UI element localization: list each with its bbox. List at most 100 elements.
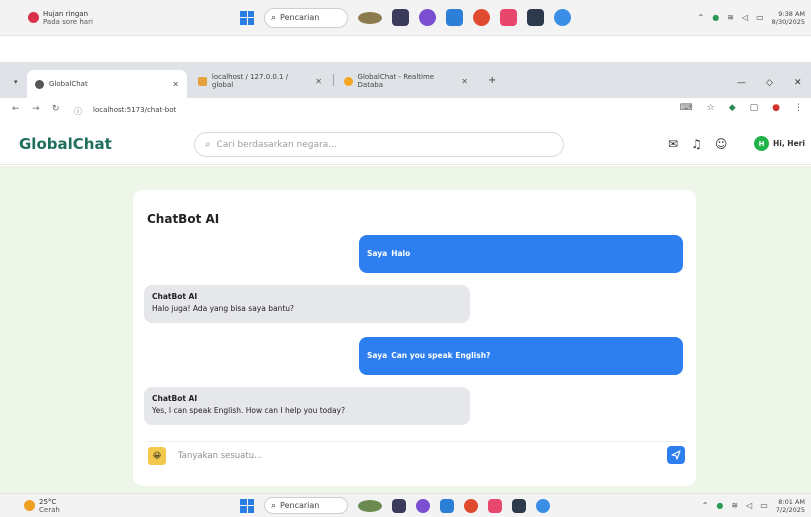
volume-icon[interactable]: ◁	[746, 501, 752, 510]
split-view-icon[interactable]: ▢	[750, 103, 759, 113]
wifi-icon[interactable]: ≋	[727, 13, 734, 22]
search-icon: ⌕	[271, 500, 277, 511]
url-field[interactable]: localhost:5173/chat-bot	[93, 106, 176, 114]
clock-time: 9:38 AM	[778, 9, 805, 18]
taskbar-search[interactable]: ⌕ Pencarian	[264, 7, 348, 28]
chrome-icon[interactable]	[464, 498, 478, 513]
vscode-icon[interactable]	[440, 498, 454, 513]
weather-main: 25°C	[39, 497, 57, 506]
network-app-icon[interactable]: ●	[712, 13, 719, 22]
maximize-icon[interactable]: ◇	[766, 78, 773, 88]
tab-label: GlobalChat	[49, 80, 88, 88]
translate-icon[interactable]: ⌨	[680, 103, 693, 113]
message-text: Halo	[391, 249, 411, 258]
taskbar-app-icon[interactable]	[512, 498, 526, 513]
weather-main: Hujan ringan	[43, 9, 89, 18]
avatar: H	[754, 136, 769, 151]
bot-message: ChatBot AI Yes, I can speak English. How…	[144, 387, 470, 425]
chevron-up-icon[interactable]: ⌃	[702, 501, 709, 510]
clock-time: 8:01 AM	[778, 497, 805, 506]
file-explorer-icon[interactable]	[392, 498, 406, 513]
extension-icon[interactable]: ◆	[729, 103, 736, 113]
chatbot-card: ChatBot AI Saya Halo ChatBot AI Halo jug…	[133, 190, 696, 486]
clock-date: 8/30/2025	[771, 17, 805, 26]
battery-icon[interactable]: ▭	[756, 13, 764, 22]
mail-icon[interactable]: ✉	[668, 137, 678, 151]
file-explorer-icon[interactable]	[392, 9, 409, 26]
reload-icon[interactable]: ↻	[52, 104, 60, 114]
system-clock[interactable]: 9:38 AM 8/30/2025	[772, 10, 805, 26]
tab-list-chevron-icon[interactable]: ▾	[14, 78, 18, 86]
windows-start-icon[interactable]	[240, 498, 254, 513]
message-sender: ChatBot AI	[152, 394, 198, 403]
profile-icon[interactable]: ●	[772, 103, 780, 113]
tab-label: localhost / 127.0.0.1 / global	[211, 73, 289, 89]
bell-icon[interactable]: ♫	[691, 137, 702, 151]
taskbar-app-icon[interactable]	[416, 498, 430, 513]
send-button[interactable]	[667, 446, 685, 464]
tab-firebase[interactable]: GlobalChat - Realtime Databa ✕	[336, 70, 476, 92]
search-icon: ⌕	[205, 139, 211, 150]
users-icon[interactable]: ☺	[715, 137, 728, 151]
weather-sub: Cerah	[39, 505, 60, 514]
taskbar-search-label: Pencarian	[280, 501, 320, 510]
chat-input[interactable]	[178, 450, 648, 461]
chatbot-title: ChatBot AI	[147, 212, 220, 226]
vscode-icon[interactable]	[446, 9, 463, 26]
new-tab-button[interactable]: +	[488, 75, 496, 86]
close-icon[interactable]: ✕	[461, 77, 468, 86]
message-text: Can you speak English?	[391, 351, 491, 360]
taskbar-app-icon[interactable]	[536, 498, 550, 513]
taskbar-app-icon[interactable]	[488, 498, 502, 513]
windows-start-icon[interactable]	[240, 10, 254, 25]
weather-widget[interactable]: 25°C Cerah	[24, 498, 60, 514]
wifi-icon[interactable]: ≋	[731, 501, 738, 510]
user-menu[interactable]: H Hi, Heri	[754, 136, 805, 151]
menu-dots-icon[interactable]: ⋮	[794, 103, 803, 113]
weather-icon	[28, 12, 39, 23]
system-clock[interactable]: 8:01 AM 7/2/2025	[776, 498, 805, 514]
site-info-icon[interactable]: ⓘ	[74, 106, 82, 117]
taskbar-app-icon[interactable]	[419, 9, 436, 26]
taskbar-search-label: Pencarian	[280, 13, 320, 22]
tab-phpmyadmin[interactable]: localhost / 127.0.0.1 / global ✕	[190, 70, 330, 92]
back-icon[interactable]: ←	[12, 104, 20, 114]
country-search[interactable]: ⌕ Cari berdasarkan negara...	[194, 132, 564, 157]
taskbar-app-icon[interactable]	[358, 11, 382, 24]
url-text: localhost:5173/chat-bot	[93, 106, 177, 114]
globe-icon	[35, 79, 44, 89]
message-sender: ChatBot AI	[152, 292, 198, 301]
weather-widget[interactable]: Hujan ringan Pada sore hari	[28, 10, 93, 26]
tab-label: GlobalChat - Realtime Databa	[357, 73, 435, 89]
send-icon	[671, 450, 681, 460]
chrome-icon[interactable]	[473, 9, 490, 26]
search-placeholder: Cari berdasarkan negara...	[216, 139, 337, 150]
browser-address-bar: ← → ↻ ⓘ localhost:5173/chat-bot ⌨ ☆ ◆ ▢ …	[0, 98, 811, 124]
bookmark-star-icon[interactable]: ☆	[707, 103, 715, 113]
taskbar-app-icon[interactable]	[554, 9, 571, 26]
clock-date: 7/2/2025	[775, 505, 805, 514]
search-icon: ⌕	[271, 12, 277, 23]
message-text: Halo juga! Ada yang bisa saya bantu?	[152, 304, 294, 313]
network-app-icon[interactable]: ●	[716, 501, 723, 510]
close-window-icon[interactable]: ✕	[794, 78, 802, 88]
tab-globalchat[interactable]: GlobalChat ✕	[27, 70, 187, 98]
taskbar-app-icon[interactable]	[358, 499, 382, 512]
tab-separator	[333, 74, 334, 86]
taskbar-app-icon[interactable]	[500, 9, 517, 26]
user-greeting: Hi, Heri	[773, 139, 805, 148]
app-logo[interactable]: GlobalChat	[19, 135, 112, 153]
minimize-icon[interactable]: —	[737, 78, 746, 88]
battery-icon[interactable]: ▭	[760, 501, 768, 510]
app-header: GlobalChat ⌕ Cari berdasarkan negara... …	[0, 124, 811, 165]
forward-icon[interactable]: →	[32, 104, 40, 114]
volume-icon[interactable]: ◁	[742, 13, 748, 22]
weather-sub: Pada sore hari	[43, 17, 93, 26]
user-message: Saya Can you speak English?	[359, 337, 683, 375]
close-icon[interactable]: ✕	[172, 80, 179, 89]
close-icon[interactable]: ✕	[315, 77, 322, 86]
taskbar-app-icon[interactable]	[527, 9, 544, 26]
taskbar-search[interactable]: ⌕ Pencarian	[264, 497, 348, 514]
emoji-button[interactable]: 😀	[148, 446, 166, 465]
chevron-up-icon[interactable]: ⌃	[698, 13, 705, 22]
